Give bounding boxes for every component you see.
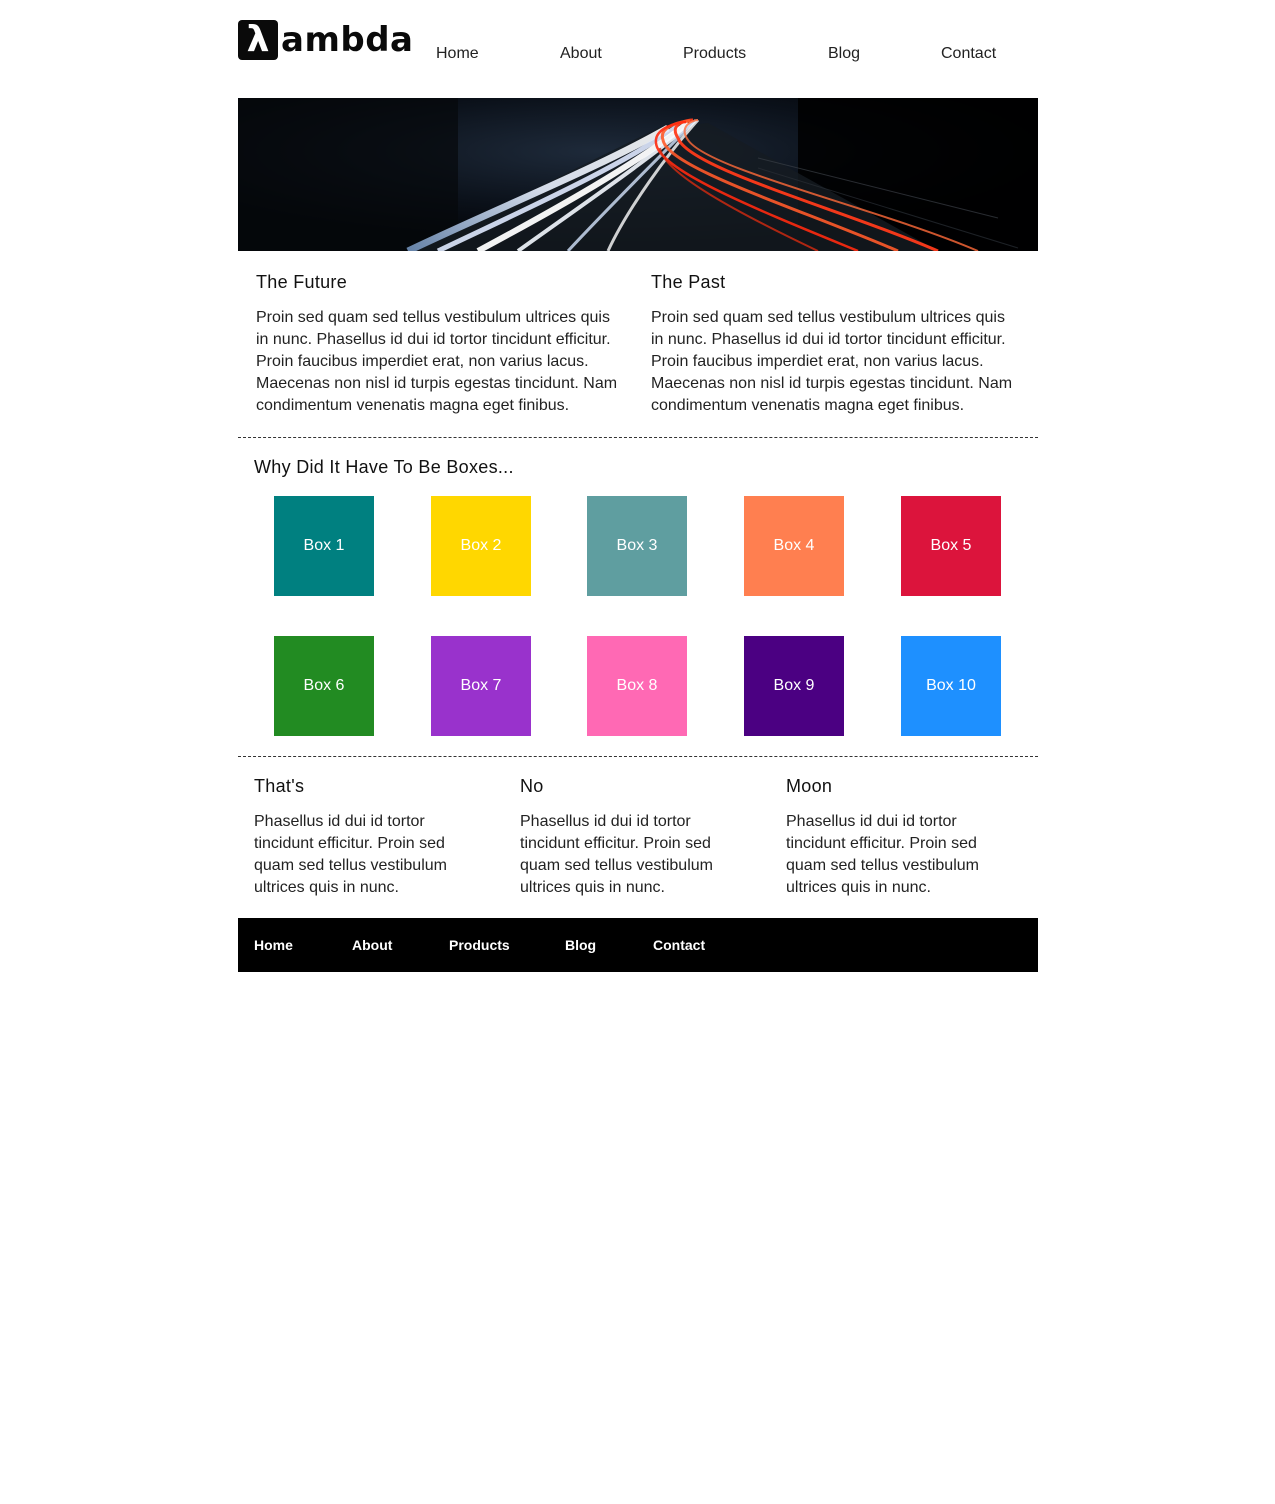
column-body: Phasellus id dui id tortor tincidunt eff… bbox=[254, 813, 447, 896]
column-title: Moon bbox=[786, 776, 833, 796]
site-header: λ ambda Home About Products Blog Contact bbox=[238, 0, 1038, 98]
column-moon: Moon Phasellus id dui id tortor tincidun… bbox=[786, 775, 996, 899]
box-3: Box 3 bbox=[587, 496, 687, 596]
box-7: Box 7 bbox=[431, 636, 531, 736]
column-title: No bbox=[520, 776, 544, 796]
hero-image bbox=[238, 98, 1038, 251]
nav-link-home[interactable]: Home bbox=[436, 44, 479, 64]
top-nav: Home About Products Blog Contact bbox=[238, 44, 1038, 66]
boxes-section: Why Did It Have To Be Boxes... Box 1 Box… bbox=[238, 438, 1038, 757]
box-2: Box 2 bbox=[431, 496, 531, 596]
bottom-columns: That's Phasellus id dui id tortor tincid… bbox=[238, 757, 1038, 918]
box-10: Box 10 bbox=[901, 636, 1001, 736]
column-body: Phasellus id dui id tortor tincidunt eff… bbox=[786, 813, 979, 896]
site-footer: Home About Products Blog Contact bbox=[238, 918, 1038, 972]
night-highway-light-trails bbox=[238, 98, 1038, 251]
column-no: No Phasellus id dui id tortor tincidunt … bbox=[520, 775, 730, 899]
footer-link-home[interactable]: Home bbox=[254, 936, 293, 954]
nav-link-products[interactable]: Products bbox=[683, 44, 746, 64]
footer-link-blog[interactable]: Blog bbox=[565, 936, 596, 954]
column-title: The Past bbox=[651, 272, 726, 292]
box-9: Box 9 bbox=[744, 636, 844, 736]
box-4: Box 4 bbox=[744, 496, 844, 596]
nav-link-about[interactable]: About bbox=[560, 44, 602, 64]
column-thats: That's Phasellus id dui id tortor tincid… bbox=[254, 775, 464, 899]
box-5: Box 5 bbox=[901, 496, 1001, 596]
nav-link-blog[interactable]: Blog bbox=[828, 44, 860, 64]
footer-link-products[interactable]: Products bbox=[449, 936, 510, 954]
column-past: The Past Proin sed quam sed tellus vesti… bbox=[651, 271, 1021, 417]
column-body: Proin sed quam sed tellus vestibulum ult… bbox=[256, 309, 618, 414]
column-title: That's bbox=[254, 776, 305, 796]
column-body: Phasellus id dui id tortor tincidunt eff… bbox=[520, 813, 713, 896]
page: λ ambda Home About Products Blog Contact bbox=[238, 0, 1038, 972]
footer-link-about[interactable]: About bbox=[352, 936, 392, 954]
intro-columns: The Future Proin sed quam sed tellus ves… bbox=[238, 251, 1038, 438]
column-body: Proin sed quam sed tellus vestibulum ult… bbox=[651, 309, 1013, 414]
boxes-title: Why Did It Have To Be Boxes... bbox=[254, 457, 514, 477]
column-future: The Future Proin sed quam sed tellus ves… bbox=[256, 271, 626, 417]
nav-link-contact[interactable]: Contact bbox=[941, 44, 996, 64]
box-8: Box 8 bbox=[587, 636, 687, 736]
column-title: The Future bbox=[256, 272, 348, 292]
footer-link-contact[interactable]: Contact bbox=[653, 936, 705, 954]
box-6: Box 6 bbox=[274, 636, 374, 736]
box-1: Box 1 bbox=[274, 496, 374, 596]
